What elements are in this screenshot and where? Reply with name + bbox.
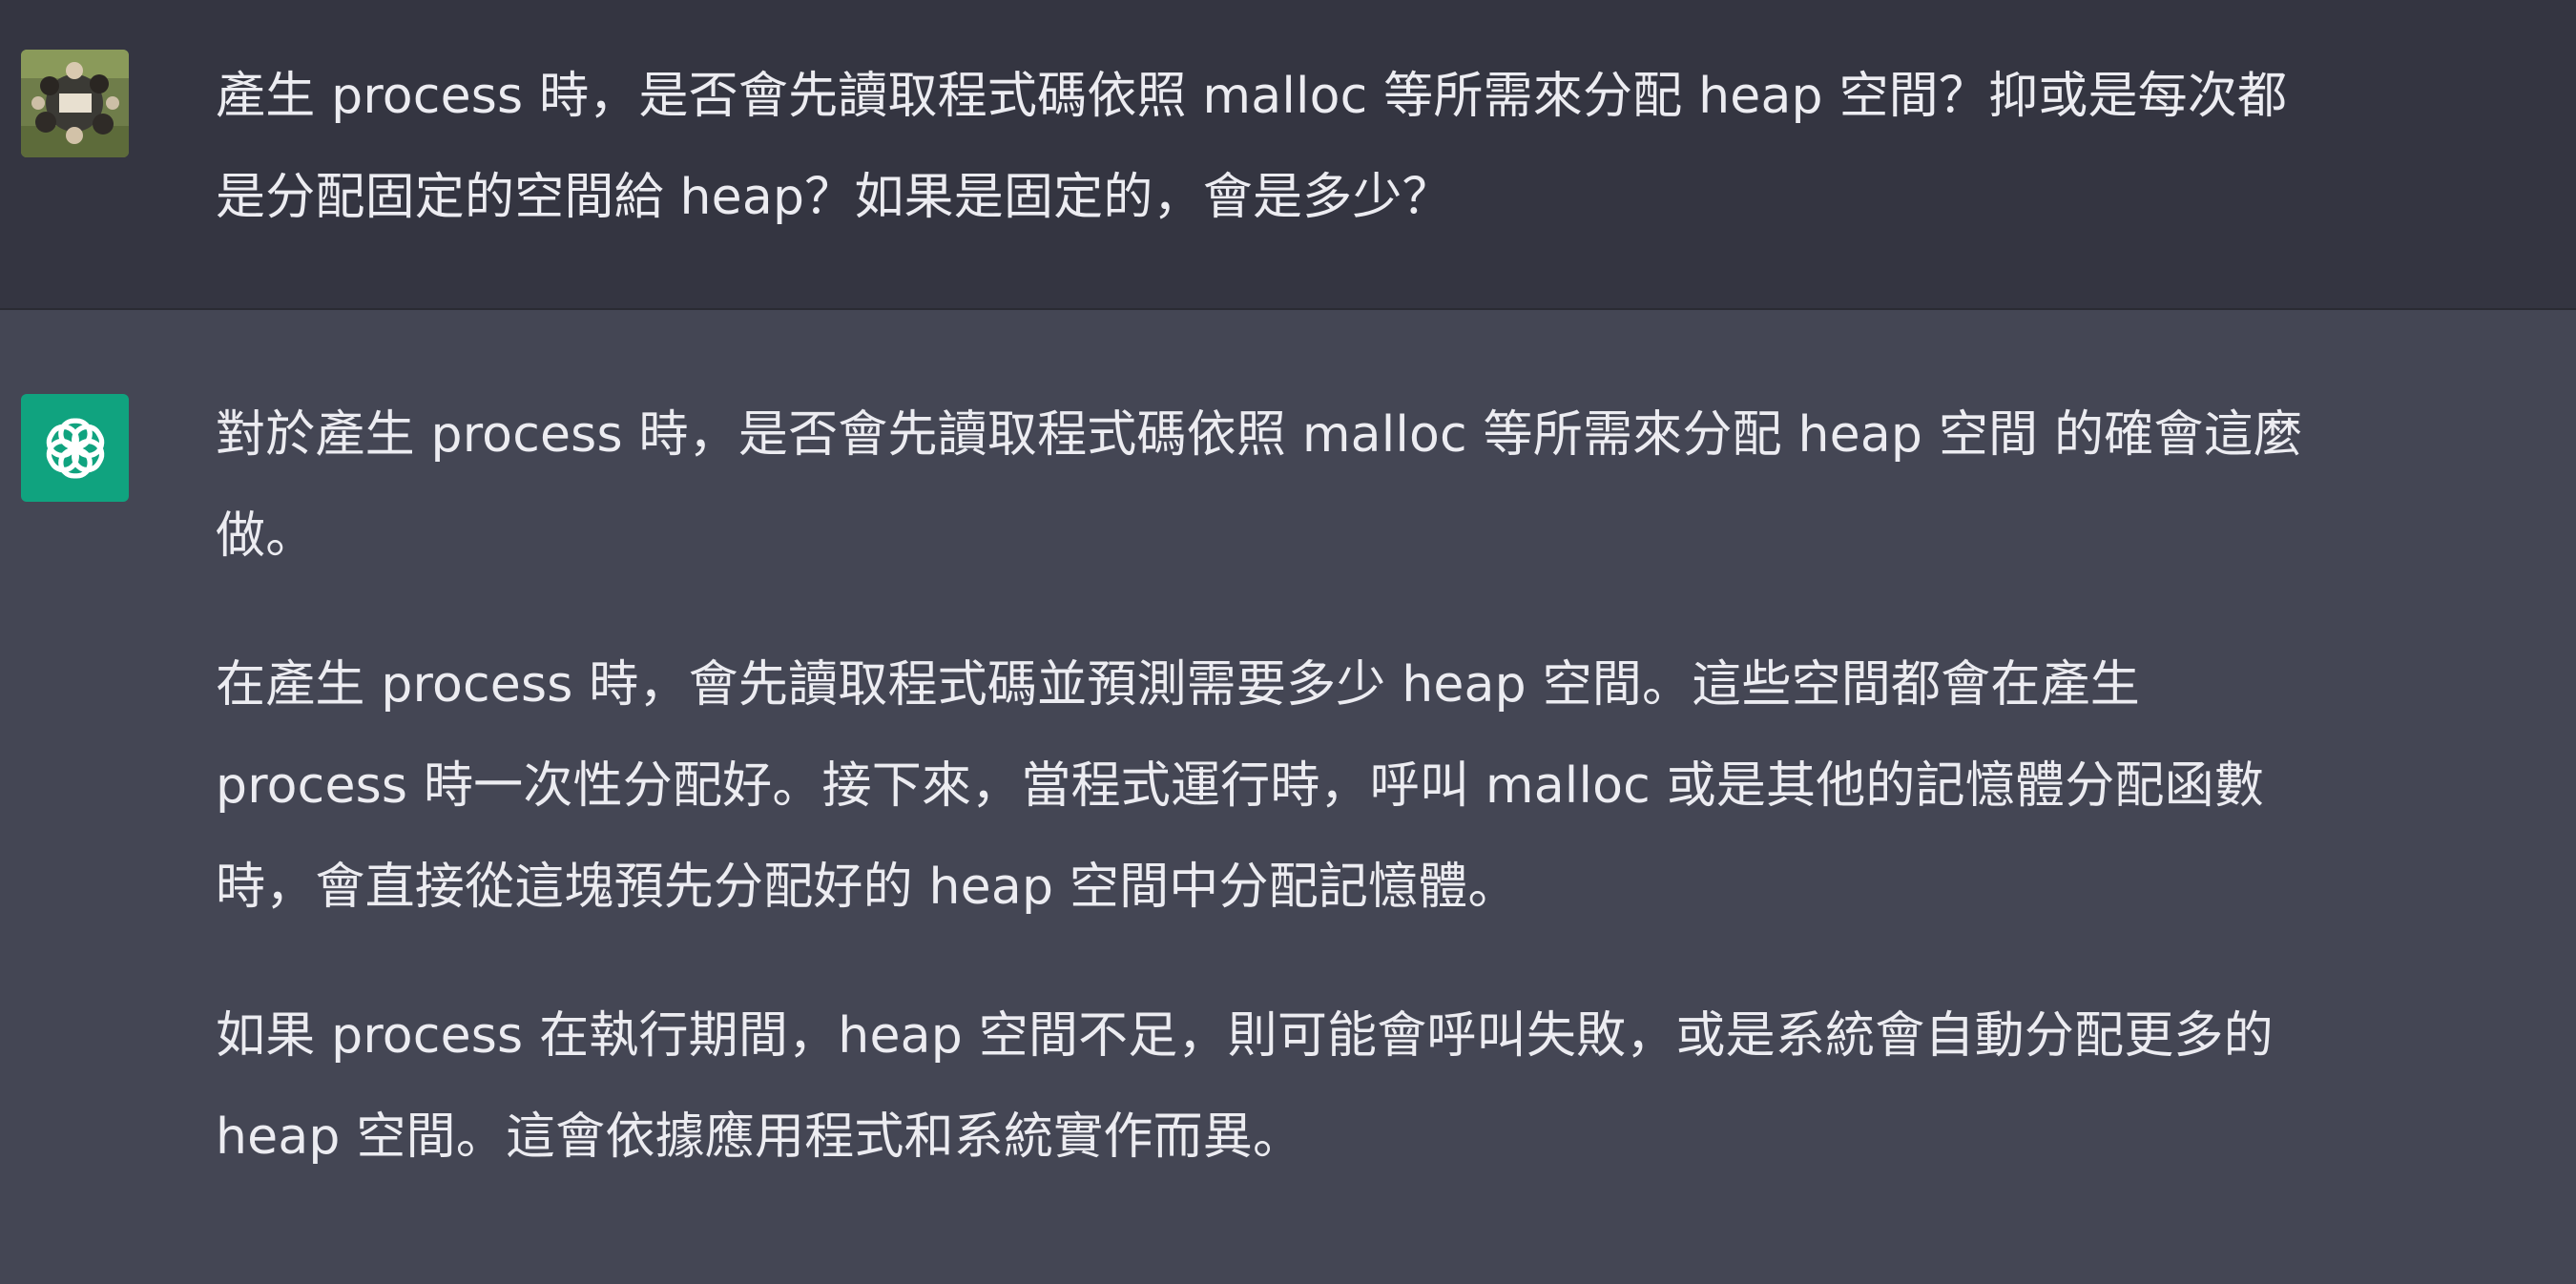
user-photo-avatar-icon xyxy=(21,50,129,157)
assistant-paragraph-3: 如果 process 在執行期間，heap 空間不足，則可能會呼叫失敗，或是系統… xyxy=(216,1007,2274,1166)
assistant-avatar xyxy=(21,394,129,502)
openai-logo-icon xyxy=(46,417,104,479)
user-message-line: 是分配固定的空間給 heap？如果是固定的，會是多少？ xyxy=(216,169,1452,226)
assistant-message-row: 對於產生 process 時，是否會先讀取程式碼依照 malloc 等所需來分配… xyxy=(0,310,2576,1282)
assistant-message-text: 對於產生 process 時，是否會先讀取程式碼依照 malloc 等所需來分配… xyxy=(216,384,2544,1188)
user-message-row: 產生 process 時，是否會先讀取程式碼依照 malloc 等所需來分配 h… xyxy=(0,0,2576,310)
chat-thread: 產生 process 時，是否會先讀取程式碼依照 malloc 等所需來分配 h… xyxy=(0,0,2576,1284)
user-message-text: 產生 process 時，是否會先讀取程式碼依照 malloc 等所需來分配 h… xyxy=(216,46,2544,248)
assistant-paragraph-2: 在產生 process 時，會先讀取程式碼並預測需要多少 heap 空間。這些空… xyxy=(216,656,2265,916)
user-message-line: 產生 process 時，是否會先讀取程式碼依照 malloc 等所需來分配 h… xyxy=(216,68,2288,125)
assistant-paragraph-1: 對於產生 process 時，是否會先讀取程式碼依照 malloc 等所需來分配… xyxy=(216,406,2303,565)
user-avatar xyxy=(21,50,129,157)
